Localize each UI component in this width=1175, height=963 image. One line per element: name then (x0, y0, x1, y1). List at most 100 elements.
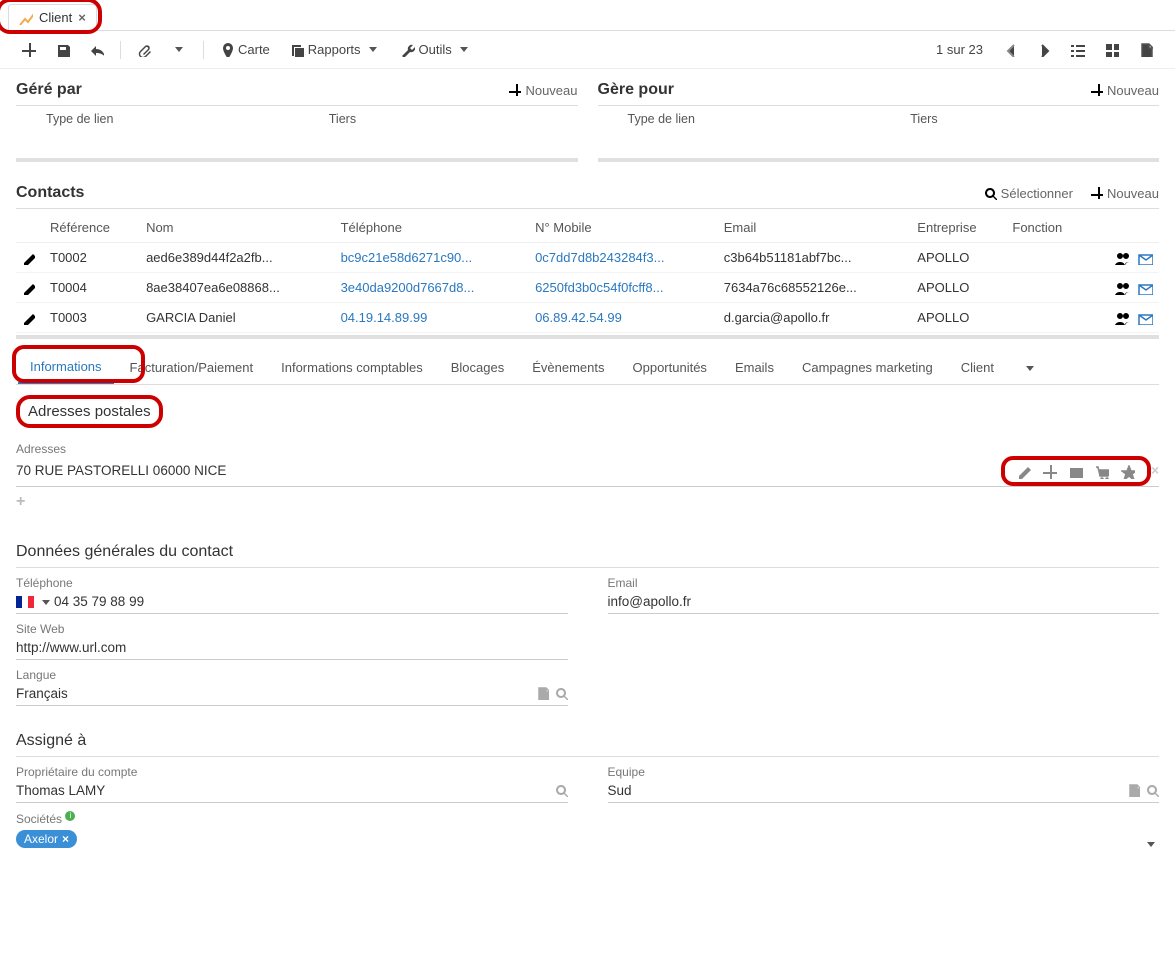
panel-title: Gère pour (598, 81, 674, 99)
soc-expand[interactable] (608, 833, 1160, 857)
view-grid[interactable] (1097, 38, 1127, 62)
card-icon[interactable] (1069, 463, 1083, 478)
mail-icon[interactable] (1138, 310, 1153, 325)
contacts-select[interactable]: Sélectionner (984, 186, 1073, 201)
mail-icon[interactable] (1138, 280, 1153, 295)
detail-tabs: InformationsFacturation/PaiementInformat… (16, 351, 1159, 385)
rapports-button[interactable]: Rapports (282, 37, 389, 62)
team-field[interactable]: Sud (608, 779, 1160, 803)
close-icon[interactable]: × (78, 10, 86, 25)
cell-fct (1006, 273, 1089, 303)
remove-address[interactable]: × (1151, 463, 1159, 478)
attach-more-button[interactable] (163, 42, 195, 57)
tab-client[interactable]: Client × (8, 4, 97, 30)
cell-ent: APOLLO (911, 273, 1006, 303)
star-icon[interactable] (1121, 463, 1135, 478)
mail-icon[interactable] (1138, 250, 1153, 265)
soc-field[interactable]: Axelor× (16, 826, 568, 852)
email-field[interactable]: info@apollo.fr (608, 590, 1160, 614)
owner-field[interactable]: Thomas LAMY (16, 779, 568, 803)
panel-title: Géré par (16, 81, 82, 99)
cart-icon[interactable] (1095, 463, 1109, 478)
pencil-icon[interactable] (22, 250, 35, 265)
panel-gere-pour: Gère pour Nouveau Type de lien Tiers (598, 77, 1160, 162)
undo-button[interactable] (82, 38, 112, 62)
save-button[interactable] (48, 38, 78, 62)
tab-opportunit-s[interactable]: Opportunités (621, 352, 719, 383)
table-row[interactable]: T00048ae38407ea6e08868...3e40da9200d7667… (16, 273, 1159, 303)
tel-label: Téléphone (16, 576, 568, 590)
users-icon[interactable] (1115, 280, 1130, 295)
tab-label: Client (39, 10, 72, 25)
view-form[interactable] (1131, 38, 1161, 62)
th-ref[interactable]: Référence (44, 213, 140, 243)
cell-tel[interactable]: 04.19.14.89.99 (335, 303, 530, 333)
th-mob[interactable]: N° Mobile (529, 213, 718, 243)
th-tel[interactable]: Téléphone (335, 213, 530, 243)
pencil-icon[interactable] (22, 310, 35, 325)
col-type-lien: Type de lien (16, 112, 295, 126)
tab-emails[interactable]: Emails (723, 352, 786, 383)
cell-fct (1006, 303, 1089, 333)
add-gere-par[interactable]: Nouveau (509, 83, 577, 98)
tab-facturation-paiement[interactable]: Facturation/Paiement (118, 352, 266, 383)
soc-chip[interactable]: Axelor× (16, 830, 77, 848)
pager-prev[interactable] (995, 38, 1025, 62)
panel-gere-par: Géré par Nouveau Type de lien Tiers (16, 77, 578, 162)
cell-nom: aed6e389d44f2a2fb... (140, 243, 335, 273)
lang-field[interactable]: Français (16, 682, 568, 706)
email-label: Email (608, 576, 1160, 590)
users-icon[interactable] (1115, 310, 1130, 325)
cell-ent: APOLLO (911, 303, 1006, 333)
cell-mob[interactable]: 06.89.42.54.99 (529, 303, 718, 333)
carte-button[interactable]: Carte (212, 37, 278, 62)
team-label: Equipe (608, 765, 1160, 779)
tab--v-nements[interactable]: Évènements (520, 352, 616, 383)
tab-informations-comptables[interactable]: Informations comptables (269, 352, 435, 383)
site-field[interactable]: http://www.url.com (16, 636, 568, 660)
soc-label: Sociétés i (16, 811, 568, 826)
tab-informations[interactable]: Informations (18, 351, 114, 384)
tab-blocages[interactable]: Blocages (439, 352, 516, 383)
attach-button[interactable] (129, 38, 159, 62)
cell-mob[interactable]: 6250fd3b0c54f0fcff8... (529, 273, 718, 303)
add-gere-pour[interactable]: Nouveau (1091, 83, 1159, 98)
th-ent[interactable]: Entreprise (911, 213, 1006, 243)
cell-ent: APOLLO (911, 243, 1006, 273)
tel-field[interactable]: 04 35 79 88 99 (16, 590, 568, 614)
edit-icon[interactable] (1017, 463, 1031, 478)
cell-tel[interactable]: bc9c21e58d6271c90... (335, 243, 530, 273)
owner-label: Propriétaire du compte (16, 765, 568, 779)
address-value: 70 RUE PASTORELLI 06000 NICE (16, 463, 1007, 478)
info-icon[interactable]: i (65, 811, 75, 821)
users-icon[interactable] (1115, 250, 1130, 265)
contacts-table: Référence Nom Téléphone N° Mobile Email … (16, 213, 1159, 333)
pencil-icon[interactable] (22, 280, 35, 295)
cell-mob[interactable]: 0c7dd7d8b243284f3... (529, 243, 718, 273)
plus-icon[interactable] (1043, 463, 1057, 478)
lang-label: Langue (16, 668, 568, 682)
tab-campagnes-marketing[interactable]: Campagnes marketing (790, 352, 945, 383)
th-email[interactable]: Email (718, 213, 912, 243)
contacts-new[interactable]: Nouveau (1091, 186, 1159, 201)
table-row[interactable]: T0003GARCIA Daniel04.19.14.89.9906.89.42… (16, 303, 1159, 333)
col-type-lien: Type de lien (598, 112, 877, 126)
th-nom[interactable]: Nom (140, 213, 335, 243)
cell-ref: T0003 (44, 303, 140, 333)
assigne-title: Assigné à (16, 726, 1159, 757)
tab-client[interactable]: Client (949, 352, 1006, 383)
outils-button[interactable]: Outils (393, 37, 480, 62)
add-address[interactable]: + (16, 487, 1159, 517)
contacts-title: Contacts (16, 184, 84, 202)
flag-fr-icon (16, 596, 34, 608)
new-button[interactable] (14, 38, 44, 62)
view-list[interactable] (1063, 38, 1093, 62)
chip-remove-icon[interactable]: × (62, 832, 69, 846)
table-row[interactable]: T0002aed6e389d44f2a2fb...bc9c21e58d6271c… (16, 243, 1159, 273)
tabs-more[interactable] (1010, 352, 1050, 383)
adresses-label: Adresses (16, 442, 1159, 456)
cell-email: c3b64b51181abf7bc... (718, 243, 912, 273)
pager-next[interactable] (1029, 38, 1059, 62)
cell-tel[interactable]: 3e40da9200d7667d8... (335, 273, 530, 303)
th-fct[interactable]: Fonction (1006, 213, 1089, 243)
